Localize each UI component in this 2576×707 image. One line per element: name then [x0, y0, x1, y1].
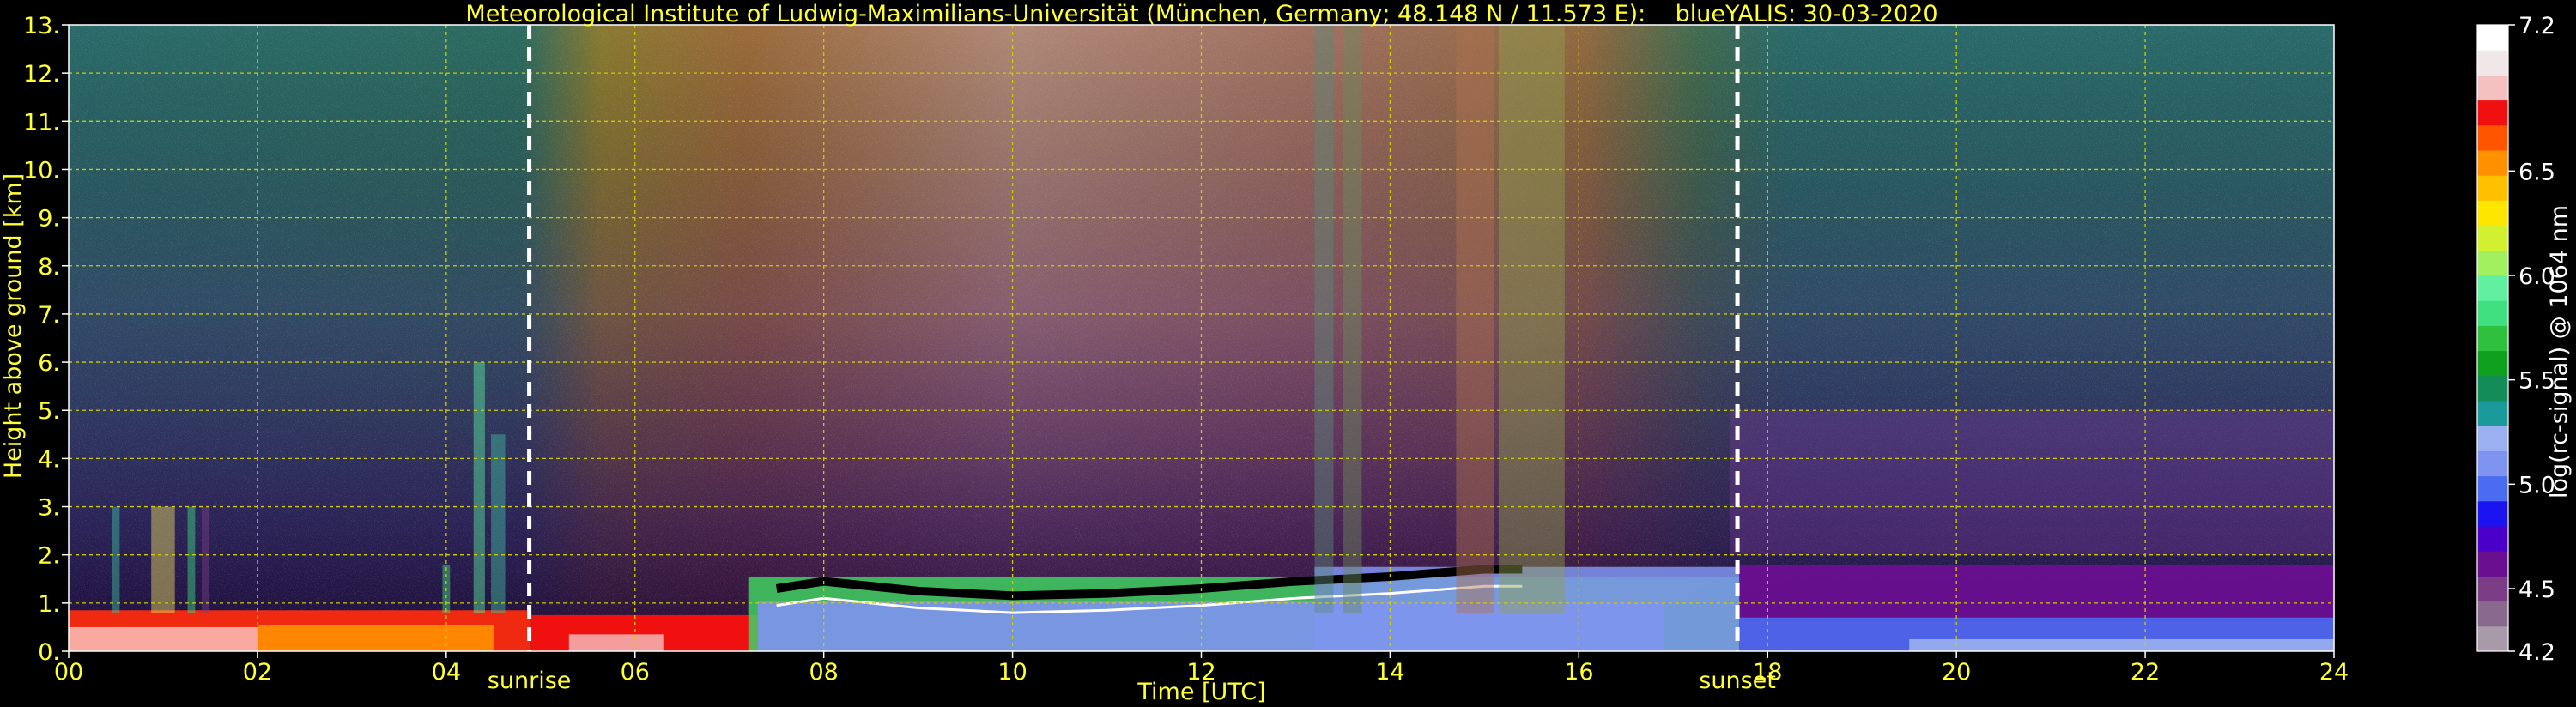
plume: [202, 506, 209, 613]
plume: [473, 362, 485, 613]
y-axis-label: Height above ground [km]: [0, 173, 27, 479]
colorbar-segment: [2477, 75, 2508, 101]
colorbar-segment: [2477, 325, 2508, 352]
y-tick-label: 6.: [38, 350, 60, 377]
colorbar-segment: [2477, 500, 2508, 527]
colorbar-segment: [2477, 250, 2508, 276]
heatmap-image: [69, 25, 2334, 651]
colorbar-segment: [2477, 275, 2508, 301]
y-tick-label: 3.: [38, 495, 60, 522]
y-tick-label: 8.: [38, 254, 60, 281]
colorbar-segment: [2477, 150, 2508, 176]
colorbar-segment: [2477, 200, 2508, 227]
colorbar-segment: [2477, 350, 2508, 377]
colorbar-segment: [2477, 375, 2508, 402]
colorbar: [2476, 24, 2509, 652]
plume: [151, 506, 175, 613]
colorbar-segment: [2477, 475, 2508, 502]
x-tick-label: 04: [432, 659, 461, 686]
colorbar-segment: [2477, 450, 2508, 477]
chart-title: Meteorological Institute of Ludwig-Maxim…: [465, 1, 1937, 27]
x-tick-label: 22: [2131, 659, 2160, 686]
x-tick-label: 02: [243, 659, 272, 686]
y-tick-label: 5.: [38, 398, 60, 425]
plume: [1314, 25, 1334, 613]
y-tick-label: 12.: [23, 61, 60, 88]
y-tick-label: 10.: [23, 157, 60, 184]
x-tick-label: 18: [1753, 659, 1782, 686]
y-tick-label: 2.: [38, 543, 60, 570]
annotation-label: sunrise: [488, 668, 572, 694]
aerosol-layer: [1909, 638, 2334, 651]
y-tick-label: 7.: [38, 302, 60, 329]
plume: [187, 506, 196, 613]
plume: [1498, 25, 1565, 613]
y-tick-label: 9.: [38, 206, 60, 233]
colorbar-segment: [2477, 551, 2508, 577]
colorbar-segment: [2477, 401, 2508, 426]
colorbar-segment: [2477, 50, 2508, 76]
aerosol-layer: [69, 626, 258, 651]
colorbar-segment: [2477, 601, 2508, 627]
plume: [491, 434, 506, 613]
colorbar-segment: [2477, 426, 2508, 451]
colorbar-segment: [2477, 25, 2508, 51]
plume: [112, 506, 120, 613]
y-tick-label: 1.: [38, 591, 60, 618]
x-tick-label: 24: [2319, 659, 2349, 686]
colorbar-segment: [2477, 225, 2508, 251]
x-tick-label: 20: [1942, 659, 1971, 686]
y-tick-label: 0.: [38, 639, 60, 666]
colorbar-segment: [2477, 175, 2508, 201]
colorbar-segment: [2477, 625, 2508, 652]
colorbar-segment: [2477, 576, 2508, 602]
colorbar-tick-label: 7.2: [2518, 13, 2555, 39]
colorbar-tick-label: 4.2: [2518, 639, 2555, 666]
x-tick-label: 08: [809, 659, 838, 686]
aerosol-layer: [257, 625, 494, 651]
colorbar-label: log(rc-signal) @ 1064 nm: [2546, 205, 2573, 499]
colorbar-tick-label: 6.5: [2518, 159, 2555, 185]
upper-purple-band: [1730, 410, 2334, 555]
colorbar-segment: [2477, 124, 2508, 151]
aerosol-layer: [568, 634, 664, 651]
colorbar-tick-label: 4.5: [2518, 577, 2555, 603]
x-axis-label: Time [UTC]: [1136, 679, 1265, 705]
x-tick-label: 06: [621, 659, 650, 686]
lidar-chart: sunrise sunset 00 02 04 06 08 10 12 14 16 18 20 22 24…: [0, 1, 2573, 705]
y-tick-label: 11.: [23, 109, 60, 136]
speckle-noise: [69, 25, 2334, 651]
x-tick-label: 16: [1564, 659, 1593, 686]
colorbar-segment: [2477, 300, 2508, 326]
colorbar-segment: [2477, 526, 2508, 552]
y-tick-label: 13.: [23, 13, 60, 39]
colorbar-segment: [2477, 100, 2508, 126]
x-tick-label: 14: [1375, 659, 1404, 686]
x-tick-label: 10: [997, 659, 1027, 686]
y-tick-labels: 0. 1. 2. 3. 4. 5. 6. 7. 8. 9. 10. 11. 12. 13.: [23, 13, 69, 666]
plume: [1343, 25, 1362, 613]
plume: [1456, 25, 1494, 613]
y-tick-label: 4.: [38, 446, 60, 473]
